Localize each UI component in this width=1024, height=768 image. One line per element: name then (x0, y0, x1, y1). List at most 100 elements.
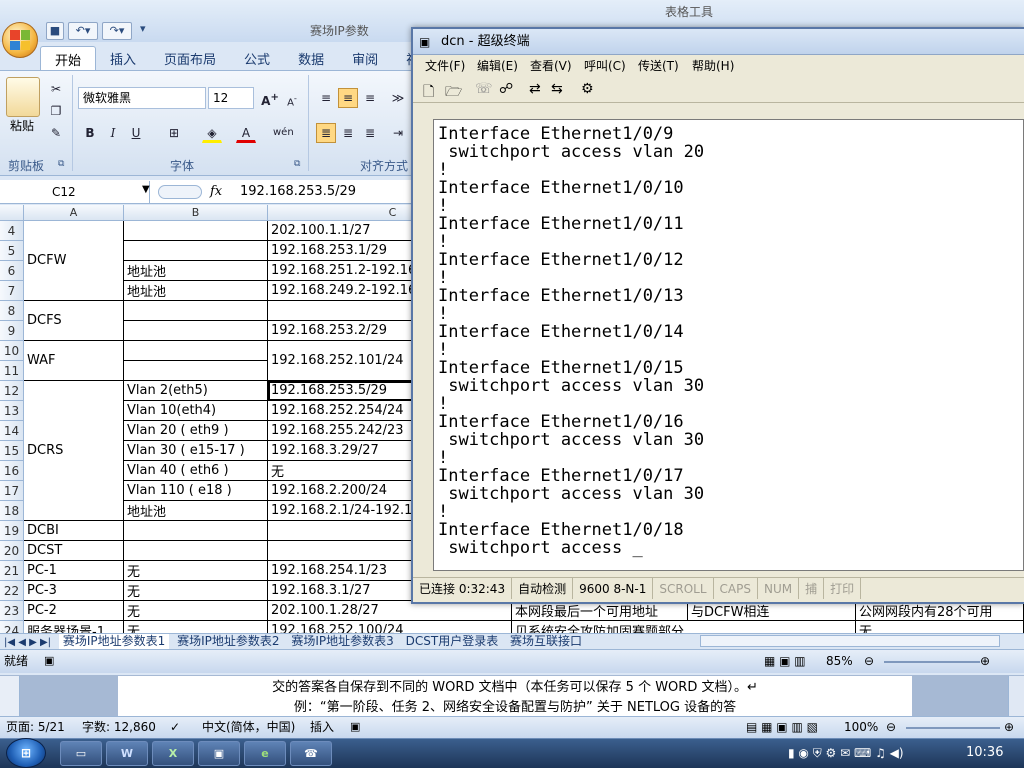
cell-group[interactable]: PC-3 (24, 581, 124, 601)
save-icon[interactable]: ■ (46, 22, 64, 40)
row-header[interactable]: 10 (0, 341, 24, 361)
cell-group[interactable]: PC-2 (24, 601, 124, 621)
row-header[interactable]: 17 (0, 481, 24, 501)
hyperterminal-taskbar-icon[interactable]: ☎ (290, 741, 332, 766)
cell-b[interactable]: Vlan 110 ( e18 ) (124, 481, 268, 501)
row-header[interactable]: 18 (0, 501, 24, 521)
phonetic-icon[interactable]: wén (272, 123, 294, 143)
view-buttons-icon[interactable]: ▤ ▦ ▣ ▥ ▧ (746, 717, 818, 737)
formula-expand-icon[interactable] (158, 185, 202, 199)
cell-f[interactable]: 公网网段内有28个可用 (856, 601, 1024, 621)
browser-taskbar-icon[interactable]: e (244, 741, 286, 766)
cell-e[interactable]: 与DCFW相连 (688, 601, 856, 621)
cell-f[interactable]: 无 (856, 621, 1024, 633)
cell-b[interactable]: 无 (124, 581, 268, 601)
borders-icon[interactable]: ⊞ (164, 123, 184, 143)
explorer-taskbar-icon[interactable]: ▭ (60, 741, 102, 766)
row-header[interactable]: 23 (0, 601, 24, 621)
column-header-a[interactable]: A (24, 205, 124, 221)
indent-icon[interactable]: ⇥ (388, 123, 408, 143)
zoom-in-icon[interactable]: ⊕ (1004, 717, 1014, 737)
cell-d[interactable]: 贝系统安全攻防加固赛题部分 (512, 621, 856, 633)
new-file-icon[interactable]: 🗋 (423, 81, 434, 105)
cell-b[interactable]: 无 (124, 621, 268, 633)
disconnect-icon[interactable]: ☍ (499, 81, 513, 97)
sheet-nav-icon[interactable]: |◀ ◀ ▶ ▶| (0, 635, 55, 649)
font-launcher-icon[interactable]: ⧉ (294, 159, 300, 169)
menu-file[interactable]: 文件(F) (425, 55, 465, 77)
cell-b[interactable]: Vlan 10(eth4) (124, 401, 268, 421)
cell-b[interactable] (124, 221, 268, 241)
tab-review[interactable]: 审阅 (338, 46, 392, 70)
cell-b[interactable] (124, 321, 268, 341)
sheet-tab-2[interactable]: 赛场IP地址参数表2 (173, 634, 283, 649)
menu-call[interactable]: 呼叫(C) (584, 55, 626, 77)
name-box[interactable]: C12 (0, 181, 150, 203)
sheet-tab-5[interactable]: 赛场互联接口 (506, 634, 586, 649)
word-vertical-scrollbar[interactable] (1008, 676, 1024, 716)
clock[interactable]: 10:36 (966, 743, 1003, 763)
cell-group[interactable]: DCST (24, 541, 124, 561)
cell-b[interactable]: 无 (124, 601, 268, 621)
qat-customize-icon[interactable]: ▾ (140, 22, 146, 35)
sheet-tab-4[interactable]: DCST用户登录表 (402, 634, 503, 649)
excel-taskbar-icon[interactable]: X (152, 741, 194, 766)
zoom-out-icon[interactable]: ⊖ (864, 650, 874, 672)
cell-b[interactable]: Vlan 40 ( eth6 ) (124, 461, 268, 481)
formula-input[interactable]: 192.168.253.5/29 (240, 181, 356, 203)
font-name-select[interactable]: 微软雅黑 (78, 87, 206, 109)
office-button[interactable] (2, 22, 38, 58)
insert-mode[interactable]: 插入 (310, 717, 334, 737)
orientation-icon[interactable]: ≫ (388, 88, 408, 108)
select-all-corner[interactable] (0, 205, 24, 221)
macro-icon[interactable]: ▣ (350, 717, 360, 737)
align-bottom-icon[interactable]: ≡ (360, 88, 380, 108)
language-indicator[interactable]: 中文(简体，中国) (202, 717, 295, 737)
cell-b[interactable]: Vlan 20 ( eth9 ) (124, 421, 268, 441)
sheet-tab-1[interactable]: 赛场IP地址参数表1 (58, 634, 170, 649)
row-header[interactable]: 6 (0, 261, 24, 281)
tab-formulas[interactable]: 公式 (230, 46, 284, 70)
align-right-icon[interactable]: ≣ (360, 123, 380, 143)
row-header[interactable]: 13 (0, 401, 24, 421)
cell-b[interactable]: 地址池 (124, 501, 268, 521)
cell-group[interactable]: 服务器场景-1 (24, 621, 124, 633)
row-header[interactable]: 22 (0, 581, 24, 601)
zoom-level[interactable]: 85% (826, 650, 853, 672)
terminal-taskbar-icon[interactable]: ▣ (198, 741, 240, 766)
bold-icon[interactable]: B (80, 123, 100, 143)
format-painter-icon[interactable]: ✎ (46, 123, 66, 143)
grow-font-icon[interactable]: A+ (260, 88, 280, 108)
paste-button-label[interactable]: 粘贴 (10, 117, 34, 134)
cell-b[interactable]: Vlan 2(eth5) (124, 381, 268, 401)
paste-icon[interactable] (6, 77, 40, 117)
zoom-out-icon[interactable]: ⊖ (886, 717, 896, 737)
sheet-tab-3[interactable]: 赛场IP地址参数表3 (287, 634, 397, 649)
column-header-b[interactable]: B (124, 205, 268, 221)
row-header[interactable]: 15 (0, 441, 24, 461)
cell-c[interactable]: 192.168.252.100/24 (268, 621, 512, 633)
cut-icon[interactable]: ✂ (46, 79, 66, 99)
call-icon[interactable]: ☏ (475, 81, 493, 97)
row-header[interactable]: 16 (0, 461, 24, 481)
macro-record-icon[interactable]: ▣ (44, 650, 54, 672)
properties-icon[interactable]: ⚙ (581, 81, 594, 97)
tab-insert[interactable]: 插入 (96, 46, 150, 70)
zoom-in-icon[interactable]: ⊕ (980, 650, 990, 672)
align-top-icon[interactable]: ≡ (316, 88, 336, 108)
terminal-screen[interactable]: Interface Ethernet1/0/9 switchport acces… (433, 119, 1024, 571)
name-box-dropdown-icon[interactable]: ▼ (142, 184, 150, 195)
cell-b[interactable] (124, 301, 268, 321)
row-header[interactable]: 5 (0, 241, 24, 261)
word-zoom-level[interactable]: 100% (844, 717, 878, 737)
menu-help[interactable]: 帮助(H) (692, 55, 734, 77)
cell-group[interactable]: PC-1 (24, 561, 124, 581)
font-color-icon[interactable]: A (236, 123, 256, 143)
cell-b[interactable] (124, 241, 268, 261)
tab-home[interactable]: 开始 (40, 46, 97, 70)
row-header[interactable]: 21 (0, 561, 24, 581)
row-header[interactable]: 20 (0, 541, 24, 561)
menu-transfer[interactable]: 传送(T) (638, 55, 679, 77)
row-header[interactable]: 8 (0, 301, 24, 321)
row-header[interactable]: 14 (0, 421, 24, 441)
